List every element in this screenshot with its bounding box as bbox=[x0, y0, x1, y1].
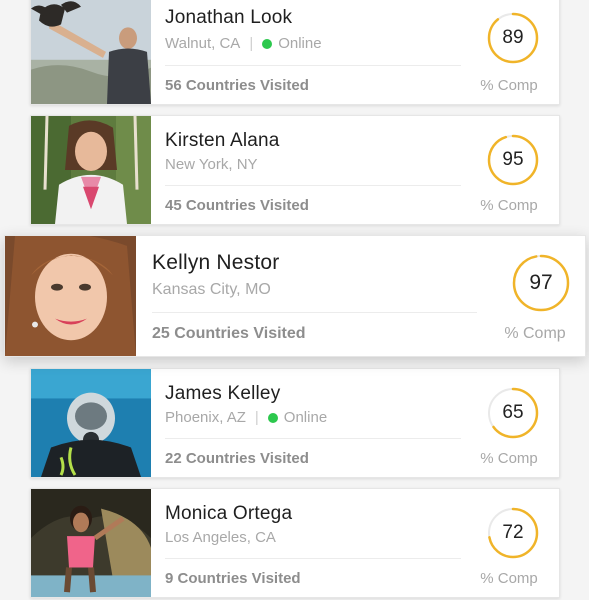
woman-portrait-photo[interactable] bbox=[5, 236, 136, 356]
completion-ring: 89 bbox=[486, 11, 540, 65]
traveler-location: Phoenix, AZ bbox=[165, 409, 246, 426]
traveler-card[interactable]: Kirsten Alana New York, NY 45 Countries … bbox=[30, 115, 560, 225]
traveler-meta: Walnut, CA | Online bbox=[165, 35, 322, 52]
completion-score: 65 bbox=[502, 402, 524, 423]
traveler-name[interactable]: Jonathan Look bbox=[165, 7, 292, 29]
online-status-icon bbox=[267, 412, 278, 423]
completion-ring: 97 bbox=[511, 253, 571, 313]
traveler-card[interactable]: Monica Ortega Los Angeles, CA 9 Countrie… bbox=[30, 488, 560, 598]
completion-ring: 95 bbox=[486, 133, 540, 187]
traveler-meta: Phoenix, AZ | Online bbox=[165, 409, 327, 426]
traveler-list: Jonathan Look Walnut, CA | Online 56 Cou… bbox=[0, 0, 589, 600]
traveler-meta: New York, NY bbox=[165, 156, 258, 173]
traveler-meta: Kansas City, MO bbox=[152, 281, 271, 299]
countries-visited: 56 Countries Visited bbox=[165, 77, 309, 94]
online-status: Online bbox=[283, 409, 328, 426]
traveler-info: Monica Ortega Los Angeles, CA 9 Countrie… bbox=[165, 489, 461, 597]
card-divider bbox=[152, 312, 477, 313]
completion-stat: 89 % Comp bbox=[459, 0, 559, 104]
countries-visited: 22 Countries Visited bbox=[165, 450, 309, 467]
traveler-location: Kansas City, MO bbox=[152, 281, 271, 298]
countries-visited: 9 Countries Visited bbox=[165, 570, 301, 587]
woman-by-water-photo[interactable] bbox=[31, 489, 151, 597]
countries-visited: 25 Countries Visited bbox=[152, 325, 306, 342]
meta-separator: | bbox=[249, 35, 254, 52]
online-status: Online bbox=[278, 35, 322, 52]
traveler-info: Kirsten Alana New York, NY 45 Countries … bbox=[165, 116, 461, 224]
traveler-meta: Los Angeles, CA bbox=[165, 529, 276, 546]
meta-separator: | bbox=[254, 409, 259, 426]
completion-label: % Comp bbox=[480, 570, 538, 587]
completion-stat: 97 % Comp bbox=[485, 236, 585, 356]
man-with-bird-photo[interactable] bbox=[31, 0, 151, 104]
completion-ring: 72 bbox=[486, 506, 540, 560]
completion-score: 95 bbox=[502, 149, 524, 170]
card-divider bbox=[165, 558, 461, 559]
completion-score: 72 bbox=[502, 522, 524, 543]
completion-score: 97 bbox=[529, 271, 553, 294]
completion-label: % Comp bbox=[480, 450, 538, 467]
completion-ring: 65 bbox=[486, 386, 540, 440]
traveler-info: James Kelley Phoenix, AZ | Online 22 Cou… bbox=[165, 369, 461, 477]
card-divider bbox=[165, 185, 461, 186]
countries-visited: 45 Countries Visited bbox=[165, 197, 309, 214]
traveler-name[interactable]: James Kelley bbox=[165, 383, 280, 405]
traveler-info: Kellyn Nestor Kansas City, MO 25 Countri… bbox=[152, 236, 477, 356]
traveler-info: Jonathan Look Walnut, CA | Online 56 Cou… bbox=[165, 0, 461, 104]
traveler-card[interactable]: James Kelley Phoenix, AZ | Online 22 Cou… bbox=[30, 368, 560, 478]
completion-label: % Comp bbox=[480, 77, 538, 94]
completion-stat: 72 % Comp bbox=[459, 489, 559, 597]
card-divider bbox=[165, 438, 461, 439]
completion-stat: 65 % Comp bbox=[459, 369, 559, 477]
traveler-card[interactable]: Jonathan Look Walnut, CA | Online 56 Cou… bbox=[30, 0, 560, 105]
traveler-name[interactable]: Kirsten Alana bbox=[165, 130, 280, 152]
completion-score: 89 bbox=[502, 27, 524, 48]
traveler-location: Los Angeles, CA bbox=[165, 529, 276, 546]
completion-label: % Comp bbox=[504, 325, 566, 342]
traveler-card-highlighted[interactable]: Kellyn Nestor Kansas City, MO 25 Countri… bbox=[4, 235, 586, 357]
completion-stat: 95 % Comp bbox=[459, 116, 559, 224]
completion-label: % Comp bbox=[480, 197, 538, 214]
scuba-diver-photo[interactable] bbox=[31, 369, 151, 477]
traveler-name[interactable]: Kellyn Nestor bbox=[152, 251, 279, 275]
woman-on-swing-photo[interactable] bbox=[31, 116, 151, 224]
online-status-icon bbox=[262, 38, 273, 49]
traveler-location: Walnut, CA bbox=[165, 35, 241, 52]
card-divider bbox=[165, 65, 461, 66]
traveler-name[interactable]: Monica Ortega bbox=[165, 503, 292, 525]
traveler-location: New York, NY bbox=[165, 156, 258, 173]
